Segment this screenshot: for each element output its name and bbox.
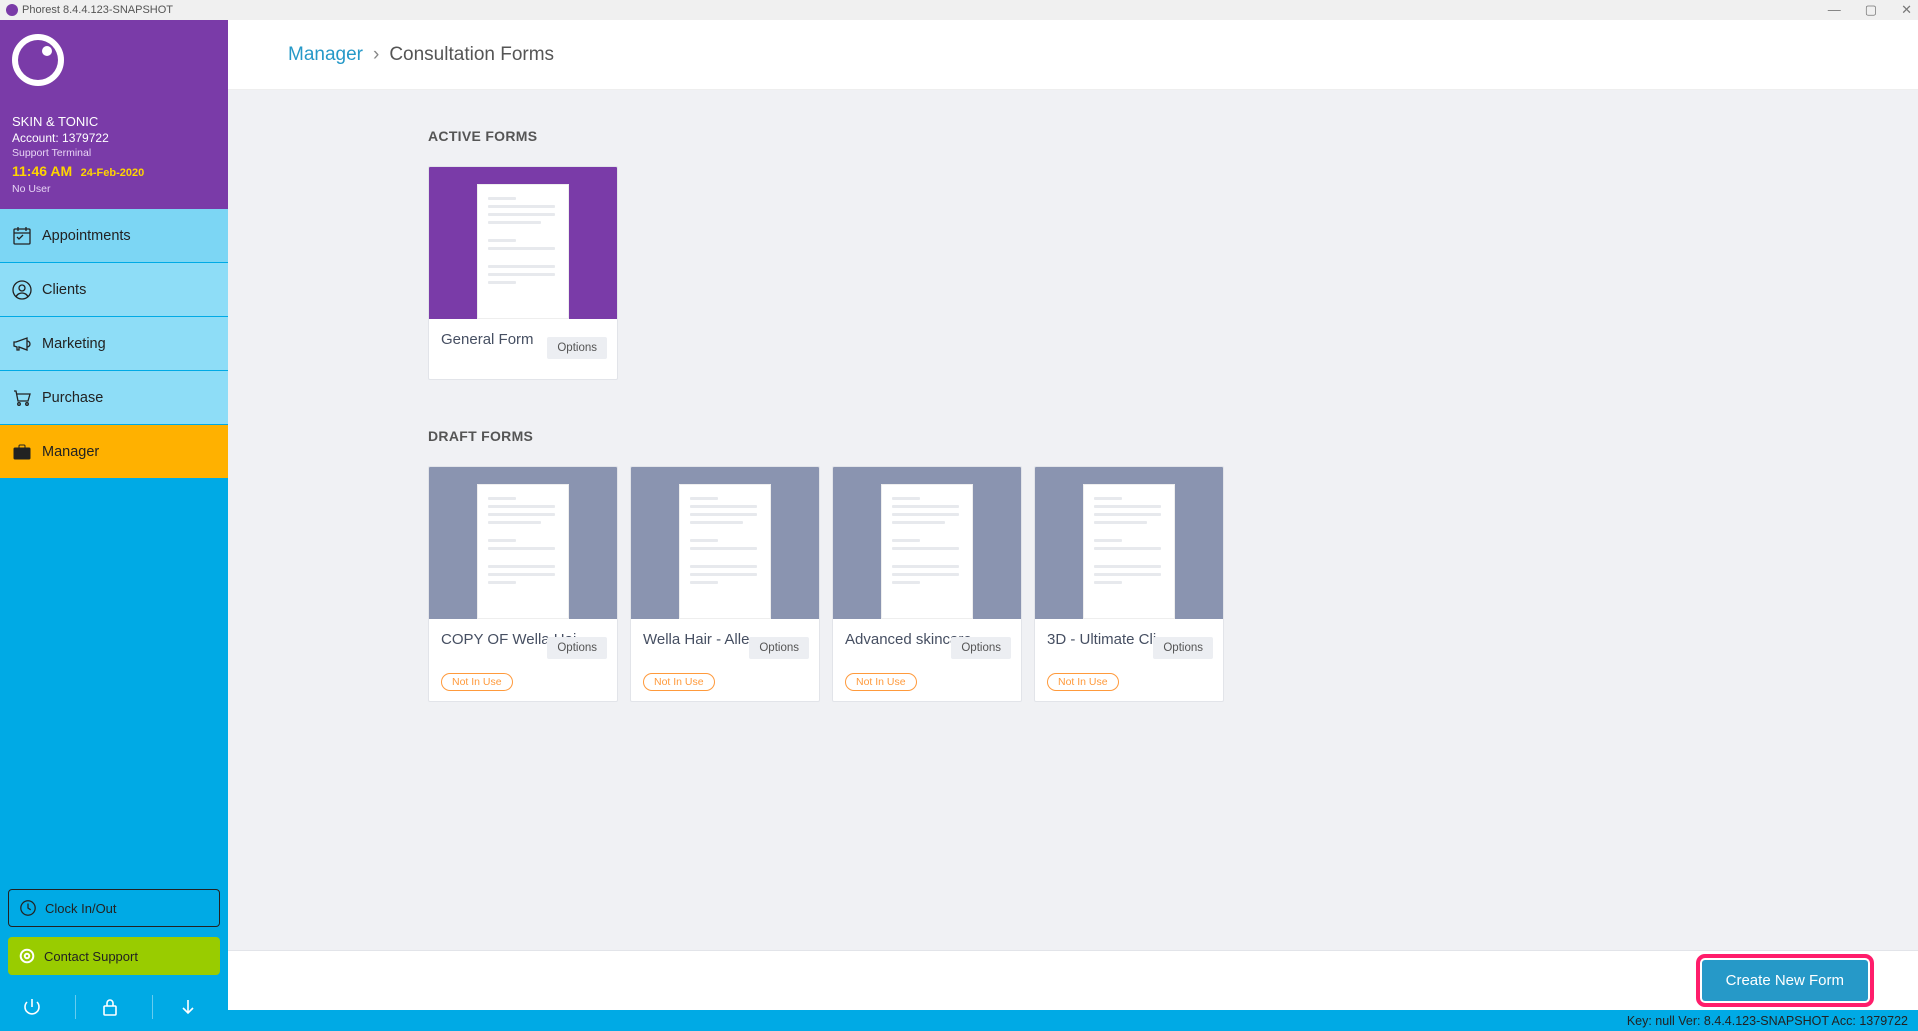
maximize-button[interactable]: ▢ [1865,2,1877,18]
form-card[interactable]: Advanced skincare Options Not In Use [832,466,1022,702]
create-new-form-button[interactable]: Create New Form [1702,960,1868,1001]
bottom-icon-bar [0,983,228,1031]
form-card[interactable]: COPY OF Wella Hai... Options Not In Use [428,466,618,702]
cart-icon [12,388,32,408]
terminal-label: Support Terminal [12,147,216,159]
support-icon [18,947,36,965]
user-label: No User [12,183,216,195]
form-preview [429,167,617,319]
sidebar-header: SKIN & TONIC Account: 1379722 Support Te… [0,20,228,209]
breadcrumb-root[interactable]: Manager [288,44,363,66]
nav-label: Clients [42,282,86,298]
breadcrumb-current: Consultation Forms [389,44,554,66]
contact-support-button[interactable]: Contact Support [8,937,220,975]
options-button[interactable]: Options [749,637,809,659]
business-name: SKIN & TONIC [12,114,216,129]
sidebar: SKIN & TONIC Account: 1379722 Support Te… [0,20,228,1031]
chevron-right-icon: › [373,44,379,66]
options-button[interactable]: Options [547,637,607,659]
active-forms-grid: General Form Options [428,166,1718,380]
action-bar: Create New Form [228,950,1918,1010]
nav-manager[interactable]: Manager [0,425,228,479]
person-icon [12,280,32,300]
status-badge: Not In Use [643,673,715,691]
current-date: 24-Feb-2020 [81,167,145,179]
window-title: Phorest 8.4.4.123-SNAPSHOT [22,4,173,16]
form-card[interactable]: 3D - Ultimate Cli... Options Not In Use [1034,466,1224,702]
power-icon[interactable] [22,997,50,1017]
nav-label: Appointments [42,228,131,244]
window-controls: — ▢ ✕ [1828,2,1912,18]
status-badge: Not In Use [441,673,513,691]
clock-label: Clock In/Out [45,901,117,916]
lock-icon[interactable] [100,997,128,1017]
nav-appointments[interactable]: Appointments [0,209,228,263]
status-badge: Not In Use [1047,673,1119,691]
nav-clients[interactable]: Clients [0,263,228,317]
clock-icon [19,899,37,917]
form-card[interactable]: Wella Hair - Alle... Options Not In Use [630,466,820,702]
nav-label: Purchase [42,390,103,406]
form-preview [429,467,617,619]
status-bar: Key: null Ver: 8.4.4.123-SNAPSHOT Acc: 1… [228,1010,1918,1031]
main-area: ACTIVE FORMS General Form Options DRAFT … [228,90,1918,950]
current-time: 11:46 AM [12,163,72,179]
download-icon[interactable] [178,997,206,1017]
draft-forms-grid: COPY OF Wella Hai... Options Not In Use … [428,466,1718,702]
titlebar: Phorest 8.4.4.123-SNAPSHOT — ▢ ✕ [0,0,1918,20]
logo [12,34,64,86]
support-label: Contact Support [44,949,138,964]
options-button[interactable]: Options [1153,637,1213,659]
options-button[interactable]: Options [547,337,607,359]
active-forms-heading: ACTIVE FORMS [428,128,1718,144]
nav: Appointments Clients Marketing Purchase [0,209,228,479]
content: Manager › Consultation Forms ACTIVE FORM… [228,20,1918,1031]
nav-label: Manager [42,444,99,460]
clock-in-out-button[interactable]: Clock In/Out [8,889,220,927]
form-preview [833,467,1021,619]
briefcase-icon [12,442,32,462]
minimize-button[interactable]: — [1828,2,1841,18]
status-text: Key: null Ver: 8.4.4.123-SNAPSHOT Acc: 1… [1627,1014,1908,1028]
account-number: Account: 1379722 [12,131,216,145]
breadcrumb: Manager › Consultation Forms [228,20,1918,90]
form-preview [1035,467,1223,619]
close-button[interactable]: ✕ [1901,2,1912,18]
megaphone-icon [12,334,32,354]
nav-marketing[interactable]: Marketing [0,317,228,371]
form-card[interactable]: General Form Options [428,166,618,380]
calendar-icon [12,226,32,246]
options-button[interactable]: Options [951,637,1011,659]
draft-forms-heading: DRAFT FORMS [428,428,1718,444]
status-badge: Not In Use [845,673,917,691]
form-preview [631,467,819,619]
nav-label: Marketing [42,336,106,352]
nav-purchase[interactable]: Purchase [0,371,228,425]
app-icon [6,4,18,16]
